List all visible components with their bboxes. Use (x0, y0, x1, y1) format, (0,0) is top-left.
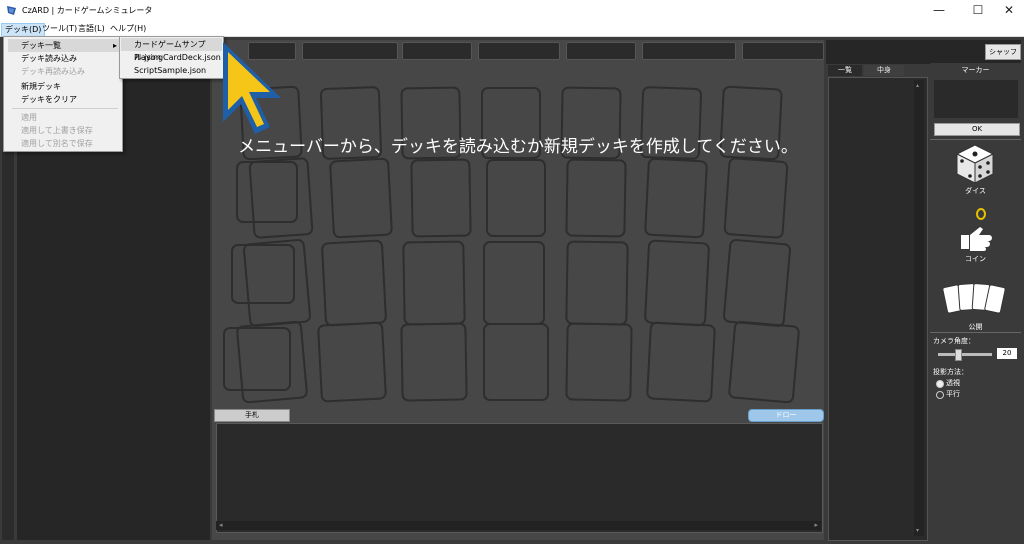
scroll-down-icon[interactable]: ▾ (916, 527, 919, 534)
menu-item-new-deck[interactable]: 新規デッキ (8, 80, 120, 93)
camera-angle-value[interactable]: 20 (997, 348, 1017, 359)
scroll-left-icon[interactable]: ◂ (219, 521, 223, 529)
deck-list-submenu: カードゲームサンプル.json PlayingCardDeck.json Scr… (119, 36, 224, 79)
cards-fan-icon[interactable] (942, 280, 1006, 320)
menu-bar (0, 22, 1024, 37)
divider (930, 332, 1021, 333)
dice-icon[interactable] (955, 143, 995, 185)
hand-area (216, 423, 823, 533)
tab-list[interactable]: 一覧 (828, 65, 862, 76)
menu-item-clear-deck[interactable]: デッキをクリア (8, 93, 120, 106)
left-edge-strip (2, 150, 14, 540)
card-slot[interactable] (478, 42, 560, 60)
dice-label: ダイス (965, 187, 986, 195)
submenu-item-sample-deck[interactable]: カードゲームサンプル.json (121, 38, 222, 62)
shuffle-button[interactable]: シャッフル (985, 44, 1021, 70)
list-scrollbar[interactable]: ▴ ▾ (914, 80, 924, 536)
window-title: CzARD | カードゲームシミュレータ (22, 6, 153, 15)
close-button[interactable]: ✕ (992, 0, 1024, 20)
divider (930, 139, 1021, 140)
radio-parallel[interactable] (936, 391, 944, 399)
menu-item-apply-save-as: 適用して別名で保存 (21, 139, 93, 148)
menu-item-label: デッキ一覧 (21, 41, 61, 50)
app-logo-icon (7, 6, 16, 15)
menu-language[interactable]: 言語(L) (75, 22, 108, 36)
radio-perspective[interactable] (936, 380, 944, 388)
marker-box[interactable] (934, 80, 1018, 118)
menu-tools[interactable]: ツール(T) (39, 22, 80, 36)
minimize-button[interactable]: — (922, 0, 956, 20)
camera-angle-label: カメラ角度： (933, 337, 975, 345)
projection-option: 平行 (946, 390, 960, 398)
reveal-label: 公開 (968, 323, 983, 331)
menu-item-load-deck[interactable]: デッキ読み込み (8, 52, 120, 65)
maximize-button[interactable]: ☐ (961, 0, 995, 20)
tab-hand[interactable]: 手札 (214, 409, 290, 422)
instruction-message: メニューバーから、デッキを読み込むか新規デッキを作成してください。 (238, 137, 798, 157)
menu-item-apply-overwrite: 適用して上書き保存 (21, 126, 93, 135)
scroll-right-icon[interactable]: ▸ (814, 521, 818, 529)
card-slot[interactable] (742, 42, 824, 60)
projection-label: 投影方法： (933, 368, 968, 376)
tab-content[interactable]: 中身 (864, 65, 904, 76)
card-slot[interactable] (566, 42, 636, 60)
scroll-up-icon[interactable]: ▴ (916, 82, 919, 89)
camera-angle-slider[interactable] (938, 353, 992, 356)
menu-help[interactable]: ヘルプ(H) (107, 22, 149, 36)
deck-dropdown-menu: デッキ一覧 ▸ デッキ読み込み デッキ再読み込み 新規デッキ デッキをクリア 適… (3, 36, 123, 152)
pointer-arrow-icon (223, 42, 281, 134)
menu-item-deck-list[interactable]: デッキ一覧 ▸ (8, 39, 120, 52)
hand-scrollbar[interactable]: ◂ ▸ (216, 521, 821, 530)
submenu-item-script-sample[interactable]: ScriptSample.json (121, 64, 222, 77)
card-slot[interactable] (642, 42, 736, 60)
card-grid (223, 85, 800, 404)
projection-option: 透視 (946, 379, 960, 387)
coin-flip-icon[interactable] (957, 207, 993, 253)
coin-label: コイン (965, 255, 986, 263)
camera-angle-thumb[interactable] (955, 349, 962, 361)
card-slot[interactable] (402, 42, 472, 60)
card-slot[interactable] (302, 42, 398, 60)
card-list-panel (828, 77, 928, 541)
ok-button[interactable]: OK (934, 123, 1020, 136)
draw-button[interactable]: ドロー (748, 409, 824, 422)
menu-item-apply: 適用 (21, 113, 37, 122)
title-bar (0, 0, 1024, 22)
submenu-item-playing-card-deck[interactable]: PlayingCardDeck.json (121, 51, 222, 64)
menu-item-reload-deck: デッキ再読み込み (21, 67, 85, 76)
menu-separator (12, 108, 118, 109)
submenu-arrow-icon: ▸ (112, 41, 117, 50)
marker-title: マーカー (961, 66, 990, 74)
